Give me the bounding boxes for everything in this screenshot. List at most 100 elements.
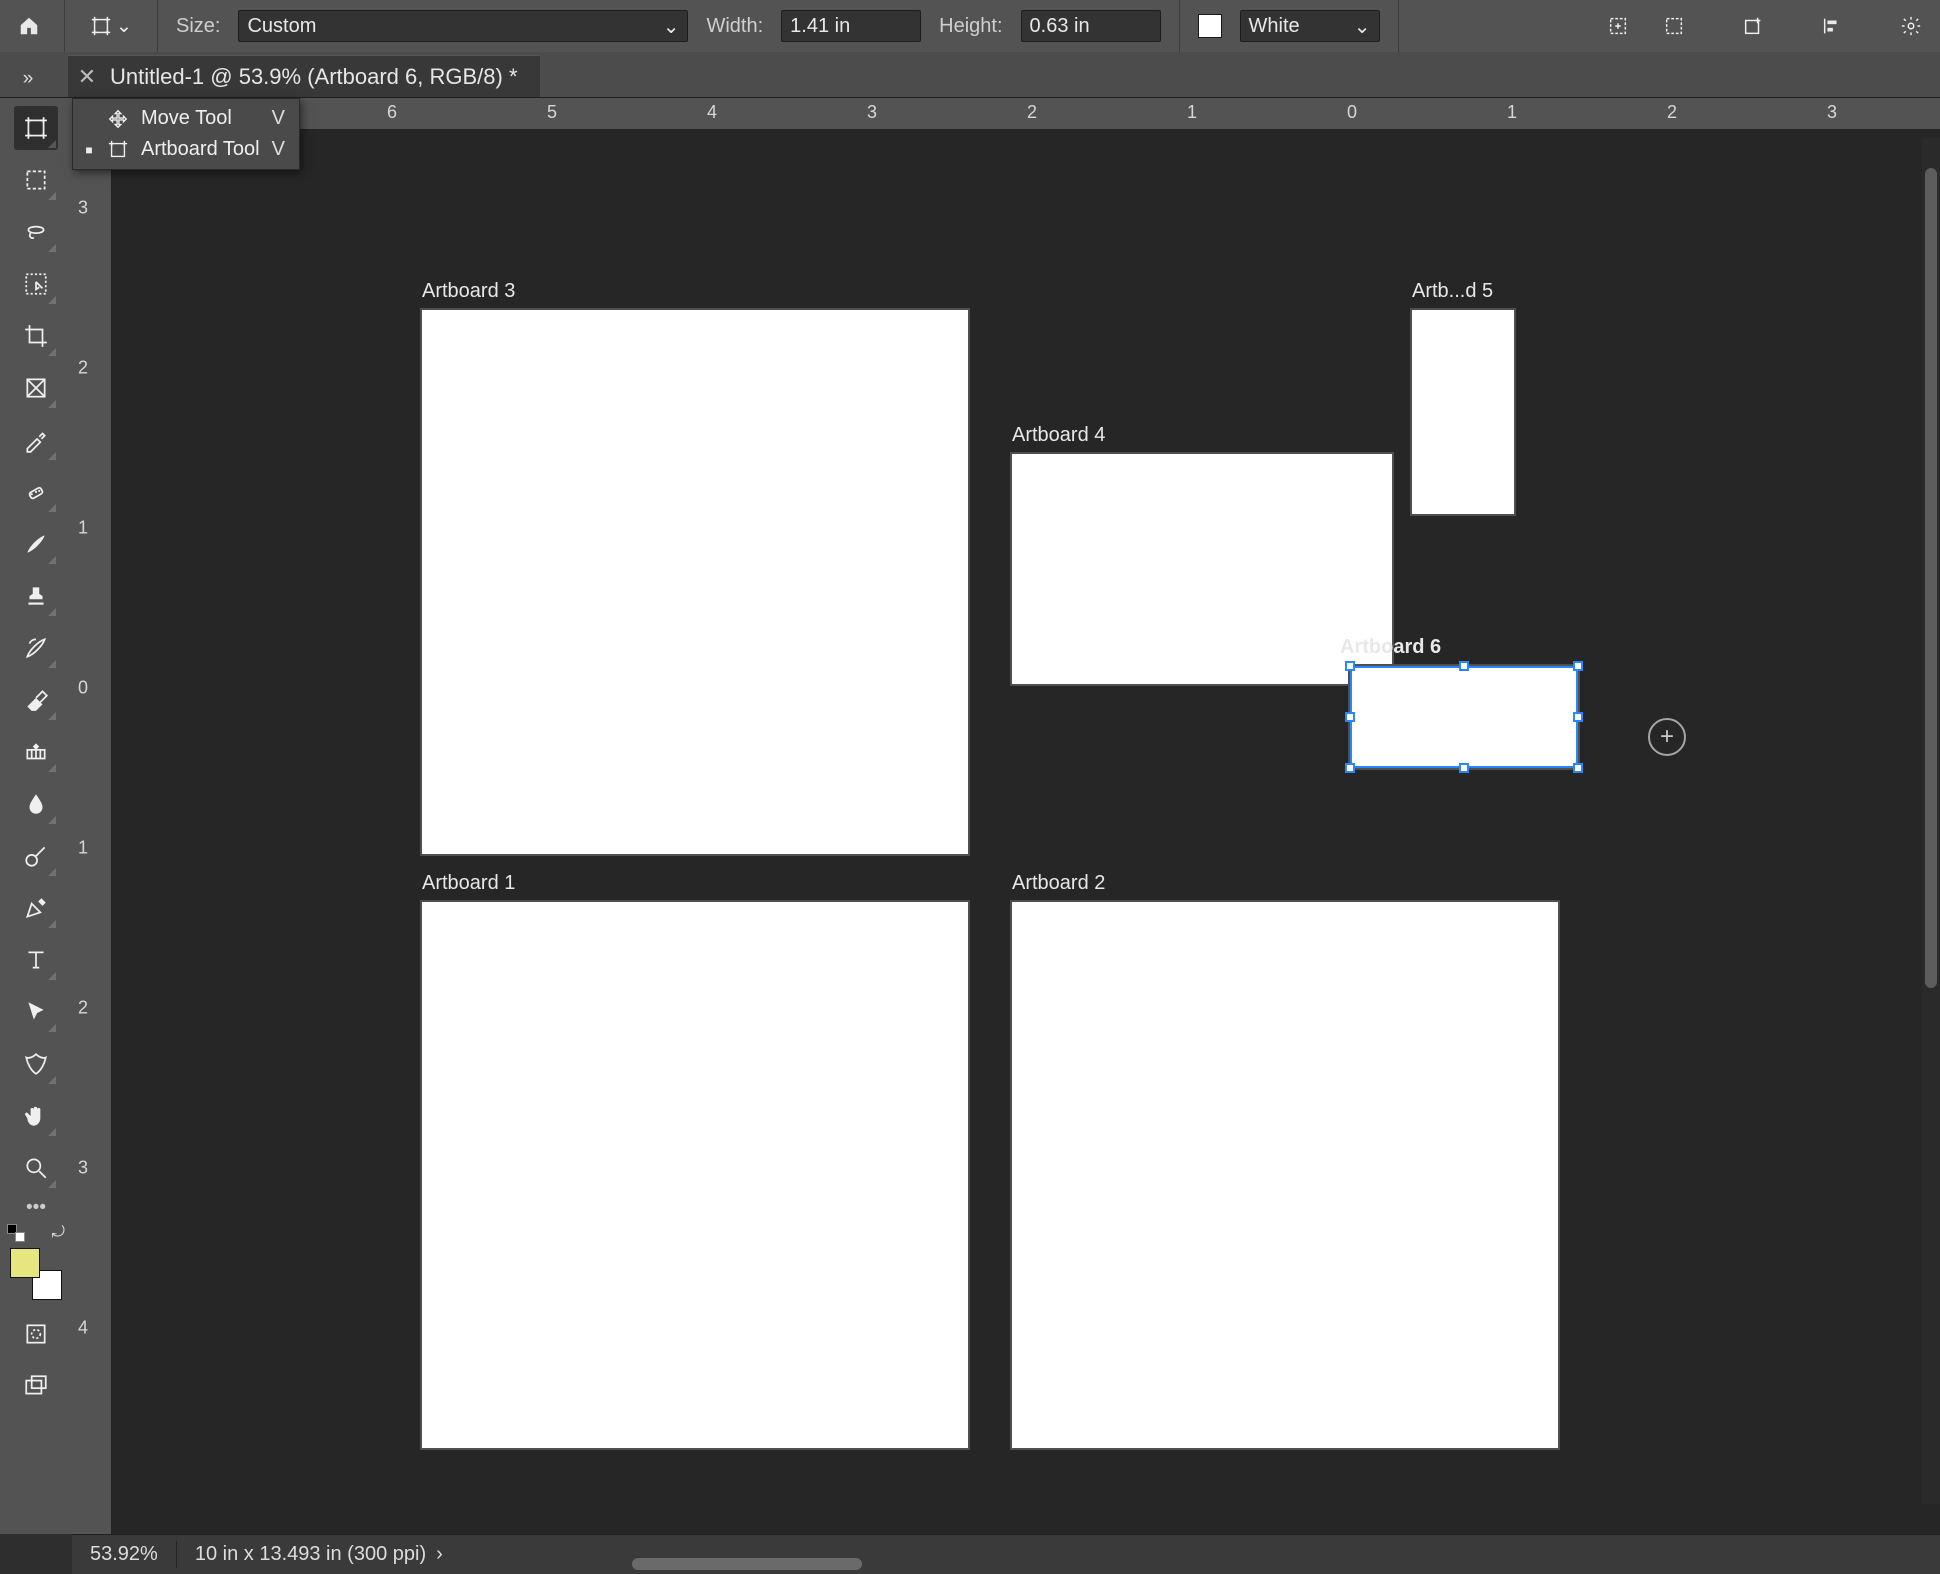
- flyout-item-shortcut: V: [272, 107, 285, 130]
- width-input[interactable]: 1.41 in: [781, 10, 921, 42]
- artboard-label[interactable]: Artboard 1: [422, 872, 515, 895]
- flyout-item-label: Move Tool: [141, 107, 232, 130]
- separator: [1398, 0, 1399, 52]
- close-icon[interactable]: ✕: [78, 68, 96, 86]
- transform-handle[interactable]: [1345, 661, 1355, 671]
- flyout-selected-mark: ■: [83, 143, 95, 157]
- size-dropdown[interactable]: Custom ⌄: [238, 10, 688, 42]
- zoom-value: 53.92%: [90, 1543, 158, 1566]
- marquee-tool[interactable]: [14, 158, 58, 202]
- horizontal-scrollbar[interactable]: [372, 1558, 1900, 1570]
- artboard[interactable]: [422, 310, 968, 854]
- ruler-vertical[interactable]: 32101234: [72, 130, 112, 1534]
- frame-tool[interactable]: [14, 366, 58, 410]
- size-value: Custom: [247, 15, 316, 38]
- transform-handle[interactable]: [1573, 661, 1583, 671]
- type-tool[interactable]: [14, 938, 58, 982]
- path-selection-tool[interactable]: [14, 990, 58, 1034]
- flyout-item-label: Artboard Tool: [141, 138, 260, 161]
- crop-tool[interactable]: [14, 314, 58, 358]
- artboard[interactable]: [1412, 310, 1514, 514]
- color-swatches[interactable]: [10, 1248, 62, 1300]
- artboard-tool[interactable]: [14, 106, 58, 150]
- width-label: Width:: [706, 15, 763, 38]
- ruler-tick: 3: [1827, 102, 1837, 123]
- artboard-label[interactable]: Artboard 6: [1340, 636, 1441, 659]
- brush-tool[interactable]: [14, 522, 58, 566]
- document-tab-title: Untitled-1 @ 53.9% (Artboard 6, RGB/8) *: [110, 64, 518, 90]
- artboard-fill-dropdown[interactable]: White ⌄: [1240, 10, 1380, 42]
- healing-brush-tool[interactable]: [14, 470, 58, 514]
- ruler-horizontal[interactable]: 6543210123: [112, 98, 1940, 130]
- artboard-new-icon[interactable]: [1736, 9, 1770, 43]
- ruler-tick: 3: [78, 1158, 88, 1179]
- home-icon[interactable]: [12, 9, 46, 43]
- foreground-color-swatch[interactable]: [10, 1248, 40, 1278]
- transform-handle[interactable]: [1459, 763, 1469, 773]
- align-icon[interactable]: [1815, 9, 1849, 43]
- flyout-item-artboard[interactable]: ■ Artboard Tool V: [73, 134, 299, 165]
- chevron-down-icon: ⌄: [663, 14, 680, 39]
- ruler-tick: 6: [387, 102, 397, 123]
- document-tab-bar: » ✕ Untitled-1 @ 53.9% (Artboard 6, RGB/…: [0, 52, 1940, 98]
- vertical-scrollbar[interactable]: [1922, 138, 1940, 1504]
- artboard-fill-swatch[interactable]: [1198, 14, 1222, 38]
- history-brush-tool[interactable]: [14, 626, 58, 670]
- zoom-tool[interactable]: [14, 1146, 58, 1190]
- transform-handle[interactable]: [1345, 763, 1355, 773]
- transform-handle[interactable]: [1459, 661, 1469, 671]
- options-bar: ⌄ Size: Custom ⌄ Width: 1.41 in Height: …: [0, 0, 1940, 52]
- app-root: ⌄ Size: Custom ⌄ Width: 1.41 in Height: …: [0, 0, 1940, 1574]
- object-selection-tool[interactable]: [14, 262, 58, 306]
- artboard-label[interactable]: Artb...d 5: [1412, 280, 1493, 303]
- scrollbar-thumb[interactable]: [1925, 168, 1937, 988]
- tools-panel: ••• ⤾: [0, 98, 72, 1534]
- lasso-tool[interactable]: [14, 210, 58, 254]
- height-input[interactable]: 0.63 in: [1021, 10, 1161, 42]
- canvas-area: 6543210123 32101234 Artboard 3Artboard 4…: [72, 98, 1940, 1534]
- ruler-tick: 2: [1027, 102, 1037, 123]
- artboard-preset-icon[interactable]: ⌄: [83, 9, 139, 43]
- artboard-label[interactable]: Artboard 4: [1012, 424, 1105, 447]
- eraser-tool[interactable]: [14, 678, 58, 722]
- default-colors-icon[interactable]: [7, 1224, 25, 1242]
- document-tab[interactable]: ✕ Untitled-1 @ 53.9% (Artboard 6, RGB/8)…: [68, 55, 540, 97]
- ruler-tick: 1: [1507, 102, 1517, 123]
- transform-handle[interactable]: [1573, 763, 1583, 773]
- tool-flyout: Move Tool V ■ Artboard Tool V: [72, 98, 300, 170]
- shape-tool[interactable]: [14, 1042, 58, 1086]
- ruler-tick: 1: [1187, 102, 1197, 123]
- pen-tool[interactable]: [14, 886, 58, 930]
- dodge-tool[interactable]: [14, 834, 58, 878]
- document-canvas[interactable]: Artboard 3 Artboard 4 Artb...d 5 Artboard 6…: [112, 130, 1940, 1534]
- artboard-label[interactable]: Artboard 3: [422, 280, 515, 303]
- artboard-label[interactable]: Artboard 2: [1012, 872, 1105, 895]
- gear-icon[interactable]: [1894, 9, 1928, 43]
- blur-tool[interactable]: [14, 782, 58, 826]
- scrollbar-thumb[interactable]: [632, 1558, 862, 1570]
- swap-colors-icon[interactable]: ⤾: [52, 1224, 65, 1242]
- add-artboard-button[interactable]: +: [1648, 718, 1686, 756]
- gradient-tool[interactable]: [14, 730, 58, 774]
- hand-tool[interactable]: [14, 1094, 58, 1138]
- stamp-tool[interactable]: [14, 574, 58, 618]
- ruler-tick: 3: [867, 102, 877, 123]
- artboard-crop-icon[interactable]: [1601, 9, 1635, 43]
- expand-panels-icon[interactable]: »: [10, 61, 46, 97]
- artboard[interactable]: [422, 902, 968, 1448]
- zoom-level[interactable]: 53.92%: [72, 1543, 176, 1566]
- flyout-item-shortcut: V: [272, 138, 285, 161]
- quick-mask-icon[interactable]: [14, 1312, 58, 1356]
- screen-mode-icon[interactable]: [14, 1364, 58, 1408]
- separator: [64, 0, 65, 52]
- transform-handle[interactable]: [1573, 712, 1583, 722]
- artboard[interactable]: [1012, 454, 1392, 684]
- artboard[interactable]: [1012, 902, 1558, 1448]
- ruler-tick: 4: [78, 1318, 88, 1339]
- flyout-item-move[interactable]: Move Tool V: [73, 103, 299, 134]
- more-tools-icon[interactable]: •••: [26, 1194, 46, 1222]
- transform-handle[interactable]: [1345, 712, 1355, 722]
- eyedropper-tool[interactable]: [14, 418, 58, 462]
- height-value: 0.63 in: [1030, 15, 1090, 38]
- artboard-constrain-icon[interactable]: [1657, 9, 1691, 43]
